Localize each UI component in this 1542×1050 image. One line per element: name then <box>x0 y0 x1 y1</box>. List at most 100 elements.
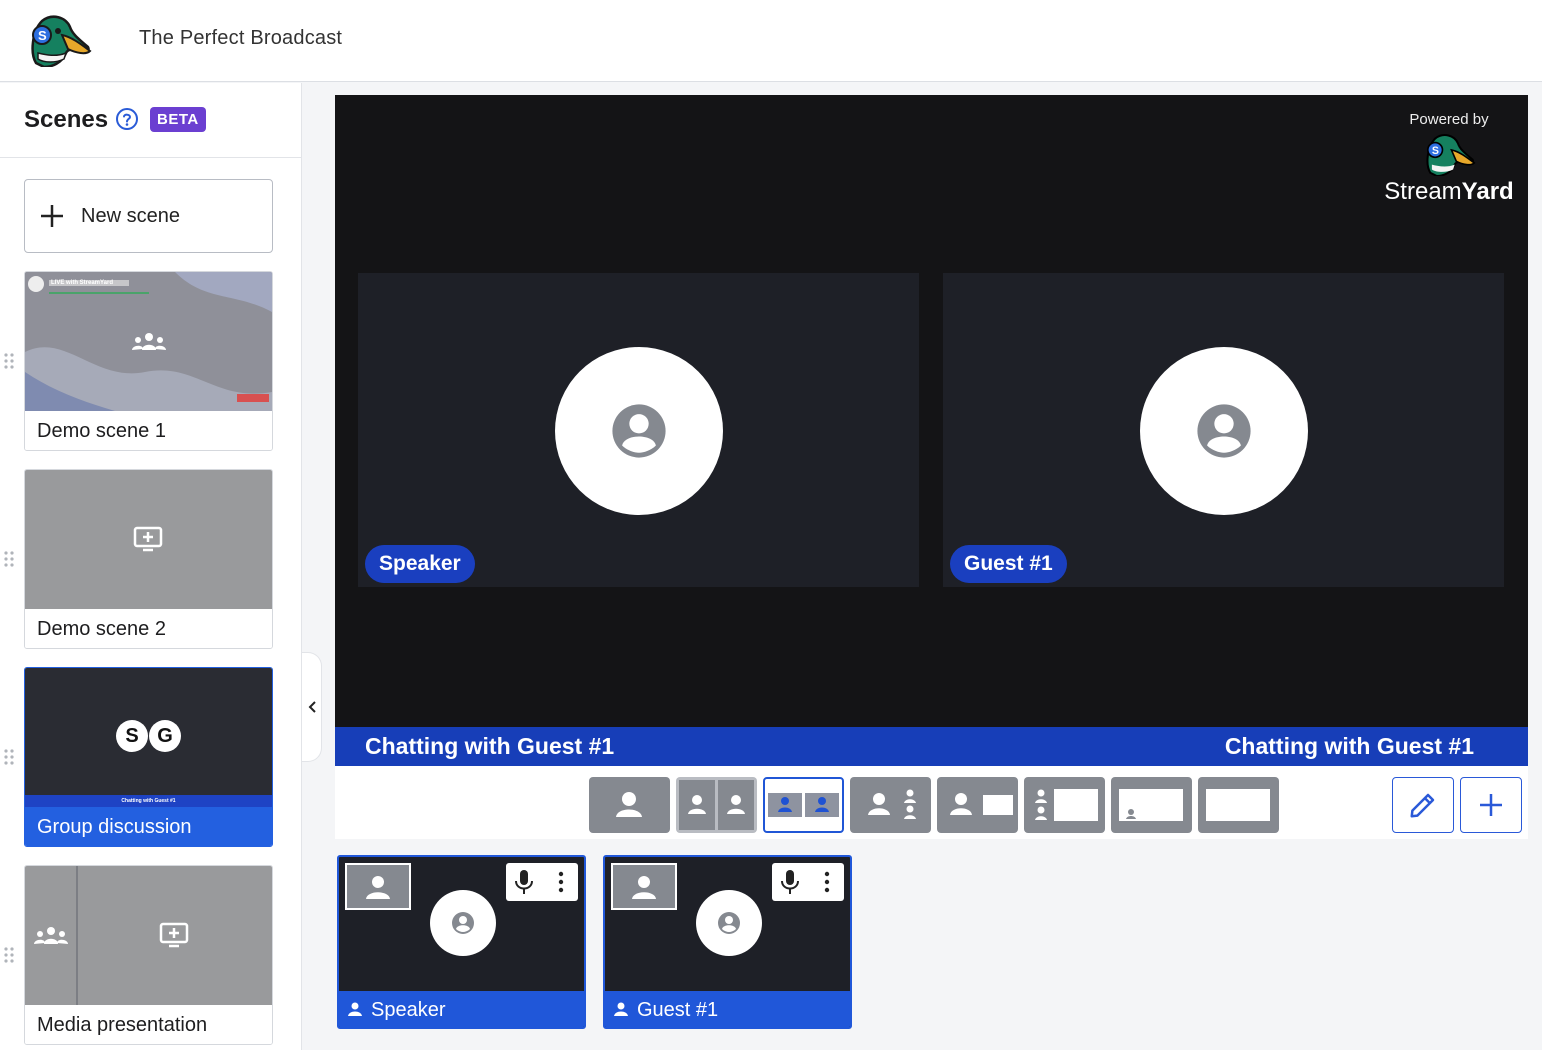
brand-light: Stream <box>1384 178 1462 205</box>
stage-tile-guest-1[interactable]: Guest #1 <box>943 273 1504 587</box>
person-icon <box>616 792 642 817</box>
edit-layout-button[interactable] <box>1392 777 1454 833</box>
person-icon <box>868 789 916 819</box>
person-icon <box>348 1002 362 1016</box>
broadcast-stage: Powered by S StreamYard Speaker Guest #1… <box>335 95 1528 766</box>
mic-icon[interactable] <box>780 869 800 895</box>
participant-card-speaker[interactable]: Speaker <box>337 855 586 1029</box>
layout-side-by-side-button[interactable] <box>763 777 844 833</box>
person-icon <box>614 1002 628 1016</box>
powered-by-label: Powered by <box>1409 111 1489 128</box>
scenes-header: Scenes BETA <box>0 83 301 158</box>
avatar <box>696 890 762 956</box>
scene-card-demo-2[interactable]: Demo scene 2 <box>24 469 273 649</box>
person-icon <box>950 793 1013 815</box>
more-vertical-icon[interactable] <box>818 869 836 895</box>
scene-thumbnail: LIVE with StreamYard <box>25 272 272 411</box>
initial-g: G <box>157 725 173 747</box>
person-icon <box>718 912 740 934</box>
participant-name-label: Speaker <box>371 999 446 1021</box>
scene-thumb-title: LIVE with StreamYard <box>51 280 114 286</box>
banner-text-right: Chatting with Guest #1 <box>1224 733 1474 759</box>
plus-icon <box>1480 794 1502 816</box>
chevron-left-icon <box>308 701 316 713</box>
mic-icon[interactable] <box>514 869 534 895</box>
screen-share-icon <box>159 922 189 948</box>
participant-controls <box>772 863 844 901</box>
scene-name: Group discussion <box>25 807 272 846</box>
lower-third-banner: Chatting with Guest #1 Chatting with Gue… <box>335 727 1528 766</box>
new-scene-label: New scene <box>81 204 180 227</box>
brand-wordmark: StreamYard <box>1384 178 1514 206</box>
layout-picture-in-picture-button[interactable] <box>937 777 1018 833</box>
drag-handle-icon[interactable] <box>4 748 14 766</box>
new-scene-button[interactable]: New scene <box>24 179 273 253</box>
participant-name-label: Guest #1 <box>637 999 719 1021</box>
banner-text-left: Chatting with Guest #1 <box>365 733 615 759</box>
scene-thumbnail <box>25 866 272 1005</box>
add-to-stage-button[interactable] <box>611 863 677 910</box>
scenes-title: Scenes <box>24 106 109 133</box>
name-label: Speaker <box>365 545 475 583</box>
layout-screen-with-people-button[interactable] <box>1024 777 1105 833</box>
scene-thumbnail: S G Chatting with Guest #1 <box>25 668 272 807</box>
top-bar: S The Perfect Broadcast <box>0 0 1542 82</box>
stage-tile-speaker[interactable]: Speaker <box>358 273 919 587</box>
scene-card-group-discussion[interactable]: S G Chatting with Guest #1 Group discuss… <box>24 667 273 847</box>
plus-icon <box>41 205 63 227</box>
thumb-divider <box>76 866 78 1005</box>
participant-card-guest-1[interactable]: Guest #1 <box>603 855 852 1029</box>
person-icon <box>366 875 390 899</box>
person-icon <box>1119 789 1183 821</box>
screen-icon <box>1206 789 1270 821</box>
powered-by-badge: Powered by S StreamYard <box>1384 111 1514 206</box>
layout-split-button[interactable] <box>676 777 757 833</box>
help-icon[interactable] <box>115 107 139 131</box>
participant-name: Guest #1 <box>605 991 850 1027</box>
thumb-banner: Chatting with Guest #1 <box>25 795 272 807</box>
collapse-sidebar-button[interactable] <box>302 652 322 762</box>
svg-text:S: S <box>1432 145 1439 157</box>
participant-name: Speaker <box>339 991 584 1027</box>
name-label: Guest #1 <box>950 545 1067 583</box>
scene-card-demo-1[interactable]: LIVE with StreamYard Demo scene 1 <box>24 271 273 451</box>
layout-solo-button[interactable] <box>589 777 670 833</box>
person-icon <box>679 780 754 830</box>
layout-toolbar <box>335 766 1528 839</box>
drag-handle-icon[interactable] <box>4 352 14 370</box>
avatar <box>1140 347 1308 515</box>
group-icon <box>34 927 68 944</box>
add-to-stage-button[interactable] <box>345 863 411 910</box>
initial-s: S <box>125 725 139 747</box>
brand-bold: Yard <box>1461 178 1514 205</box>
scene-name: Demo scene 1 <box>25 411 272 450</box>
scene-name: Demo scene 2 <box>25 609 272 648</box>
broadcast-title[interactable]: The Perfect Broadcast <box>139 27 342 50</box>
svg-text:S: S <box>38 28 47 43</box>
person-icon <box>1035 789 1098 821</box>
more-vertical-icon[interactable] <box>552 869 570 895</box>
add-layout-button[interactable] <box>1460 777 1522 833</box>
person-icon <box>632 875 656 899</box>
beta-badge: BETA <box>150 107 206 132</box>
person-icon <box>452 912 474 934</box>
participant-controls <box>506 863 578 901</box>
initial-avatar-s: S <box>116 720 148 752</box>
scenes-sidebar: Scenes BETA New scene LIVE with StreamYa… <box>0 83 302 1050</box>
avatar <box>555 347 723 515</box>
scene-thumbnail <box>25 470 272 609</box>
scene-name: Media presentation <box>25 1005 272 1044</box>
duck-logo-icon: S <box>1426 134 1476 176</box>
layout-thin-button[interactable] <box>850 777 931 833</box>
duck-logo-icon[interactable]: S <box>26 13 92 67</box>
layout-fullscreen-button[interactable] <box>1198 777 1279 833</box>
drag-handle-icon[interactable] <box>4 946 14 964</box>
scene-card-media-presentation[interactable]: Media presentation <box>24 865 273 1045</box>
screen-share-icon <box>133 526 163 552</box>
avatar <box>430 890 496 956</box>
person-icon <box>1197 404 1251 458</box>
initial-avatar-g: G <box>149 720 181 752</box>
thumb-banner-text: Chatting with Guest #1 <box>121 798 176 804</box>
drag-handle-icon[interactable] <box>4 550 14 568</box>
layout-screen-small-person-button[interactable] <box>1111 777 1192 833</box>
